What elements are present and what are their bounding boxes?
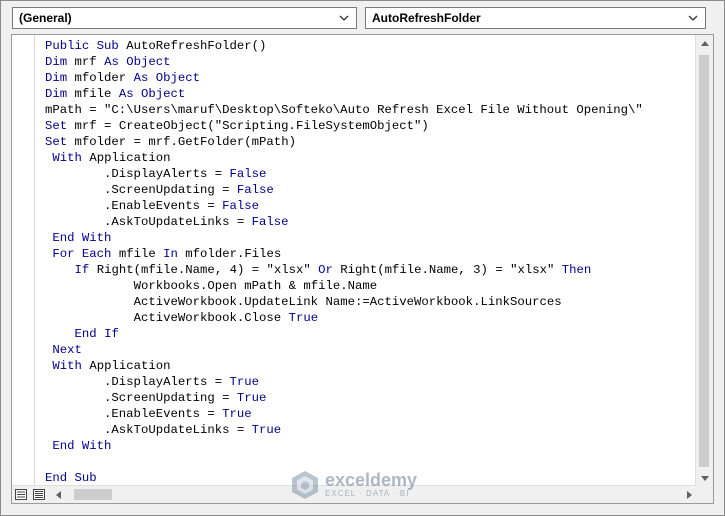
horizontal-scroll-thumb[interactable] xyxy=(74,489,112,500)
code-line[interactable]: If Right(mfile.Name, 4) = "xlsx" Or Righ… xyxy=(45,262,643,278)
code-line[interactable]: Set mfolder = mrf.GetFolder(mPath) xyxy=(45,134,643,150)
code-line[interactable]: End With xyxy=(45,230,643,246)
watermark-name: exceldemy xyxy=(325,470,418,490)
code-line[interactable]: For Each mfile In mfolder.Files xyxy=(45,246,643,262)
code-line[interactable]: .DisplayAlerts = False xyxy=(45,166,643,182)
code-line[interactable]: Dim mfile As Object xyxy=(45,86,643,102)
code-line[interactable]: End If xyxy=(45,326,643,342)
scrollbar-corner xyxy=(696,486,713,503)
code-text[interactable]: Public Sub AutoRefreshFolder() Dim mrf As… xyxy=(45,38,643,486)
exceldemy-watermark: exceldemy EXCEL · DATA · BI xyxy=(291,467,441,503)
vertical-scrollbar[interactable] xyxy=(695,35,713,487)
code-line[interactable]: Set mrf = CreateObject("Scripting.FileSy… xyxy=(45,118,643,134)
code-line[interactable]: Workbooks.Open mPath & mfile.Name xyxy=(45,278,643,294)
vba-code-window: (General) AutoRefreshFolder Public Sub A… xyxy=(0,0,725,516)
code-line[interactable]: .EnableEvents = True xyxy=(45,406,643,422)
code-line[interactable]: .ScreenUpdating = False xyxy=(45,182,643,198)
code-line[interactable]: Dim mfolder As Object xyxy=(45,70,643,86)
procedure-view-icon[interactable] xyxy=(12,486,29,503)
code-line[interactable]: .EnableEvents = False xyxy=(45,198,643,214)
procedure-dropdown-value: AutoRefreshFolder xyxy=(372,11,481,25)
margin-indicator-bar[interactable] xyxy=(12,35,35,487)
vertical-scroll-thumb[interactable] xyxy=(699,55,709,467)
scroll-left-icon[interactable] xyxy=(50,486,67,503)
exceldemy-logo-icon xyxy=(292,471,318,499)
scroll-up-icon[interactable] xyxy=(696,35,713,52)
chevron-down-icon xyxy=(687,8,699,28)
code-line[interactable]: End With xyxy=(45,438,643,454)
code-line[interactable]: .AskToUpdateLinks = False xyxy=(45,214,643,230)
object-dropdown[interactable]: (General) xyxy=(12,7,357,29)
code-line[interactable]: .AskToUpdateLinks = True xyxy=(45,422,643,438)
code-line[interactable]: Next xyxy=(45,342,643,358)
full-module-view-icon[interactable] xyxy=(30,486,47,503)
watermark-tagline: EXCEL · DATA · BI xyxy=(325,489,410,498)
scroll-down-icon[interactable] xyxy=(696,470,713,487)
code-line[interactable]: With Application xyxy=(45,358,643,374)
code-line[interactable]: .ScreenUpdating = True xyxy=(45,390,643,406)
code-line[interactable]: ActiveWorkbook.Close True xyxy=(45,310,643,326)
code-line[interactable]: .DisplayAlerts = True xyxy=(45,374,643,390)
code-editor[interactable]: Public Sub AutoRefreshFolder() Dim mrf As… xyxy=(11,34,714,504)
code-line[interactable]: With Application xyxy=(45,150,643,166)
code-line[interactable]: Dim mrf As Object xyxy=(45,54,643,70)
chevron-down-icon xyxy=(338,8,350,28)
object-dropdown-value: (General) xyxy=(19,11,72,25)
code-line[interactable]: Public Sub AutoRefreshFolder() xyxy=(45,38,643,54)
code-line[interactable]: mPath = "C:\Users\maruf\Desktop\Softeko\… xyxy=(45,102,643,118)
code-line[interactable]: ActiveWorkbook.UpdateLink Name:=ActiveWo… xyxy=(45,294,643,310)
procedure-dropdown[interactable]: AutoRefreshFolder xyxy=(365,7,706,29)
